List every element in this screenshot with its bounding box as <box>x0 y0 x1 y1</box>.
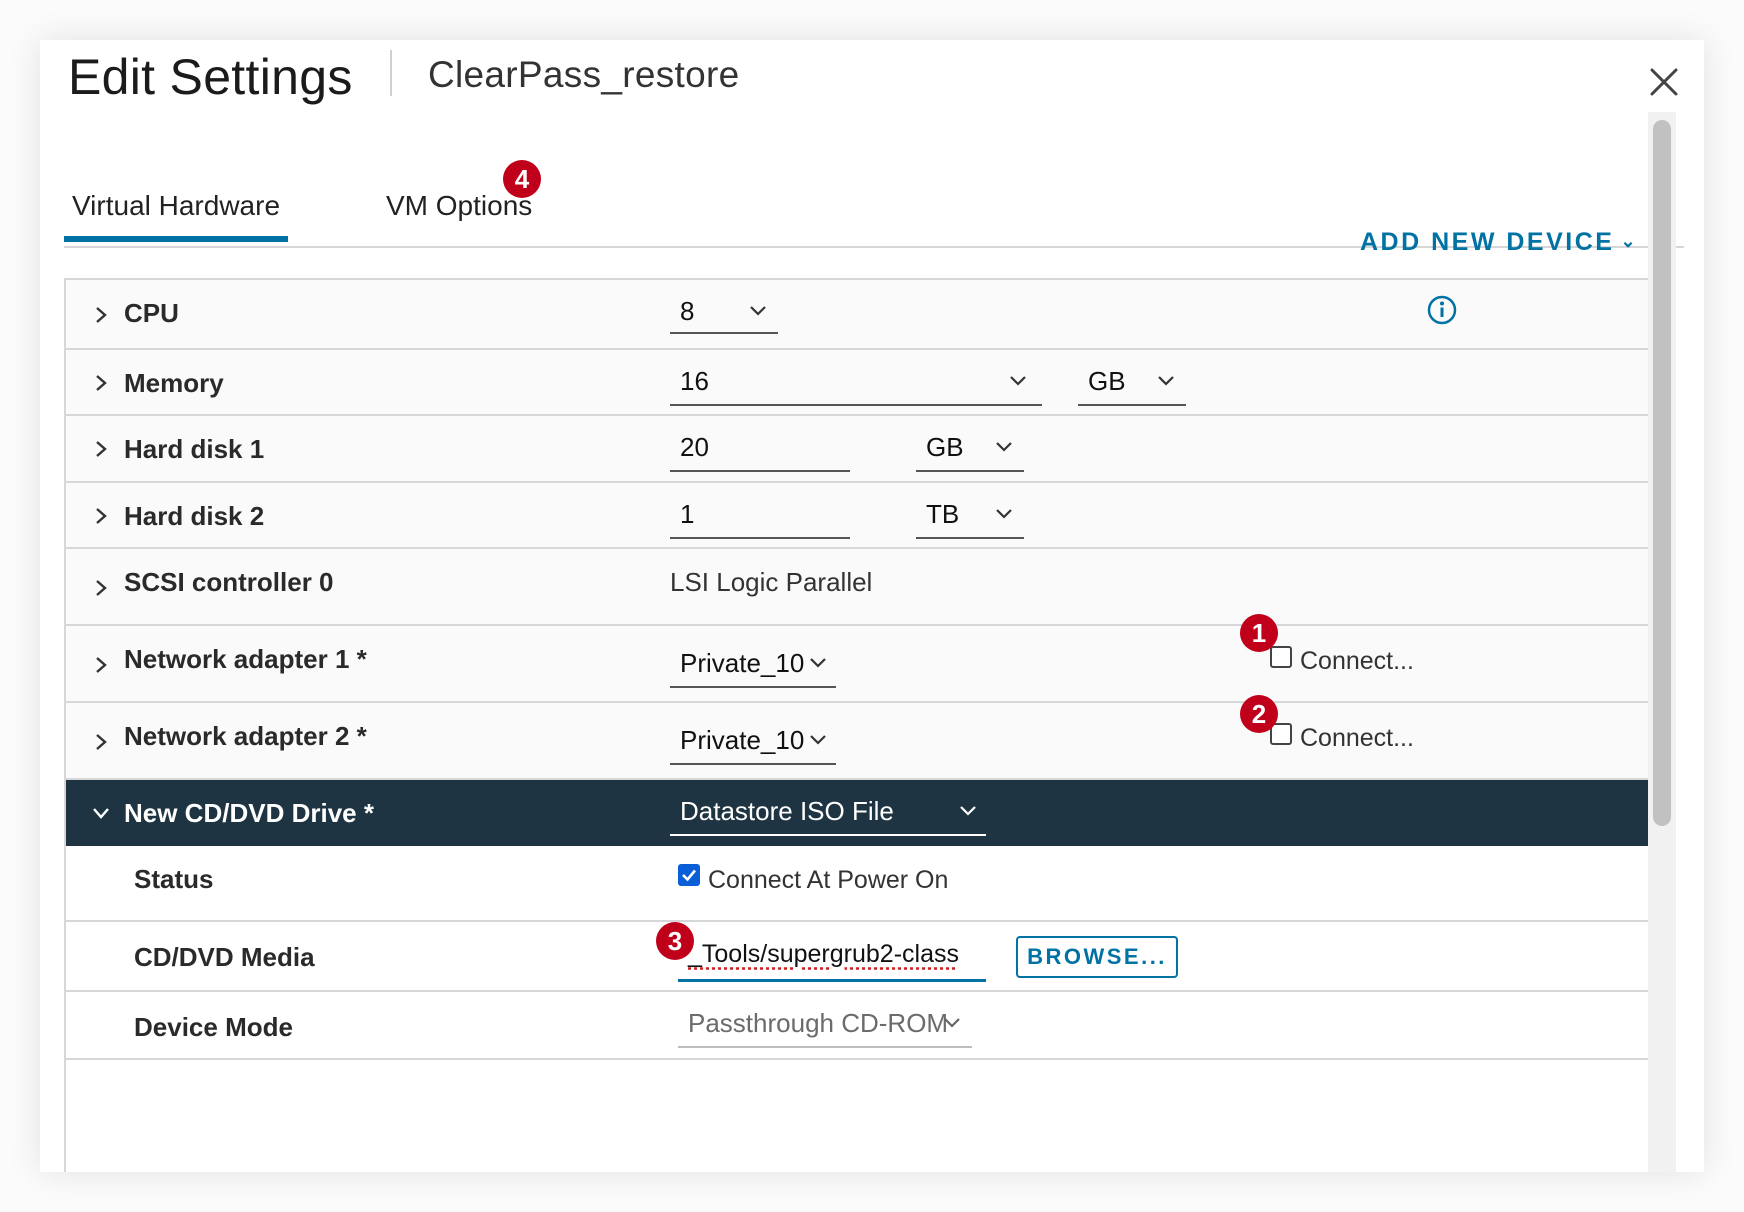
chevron-right-icon[interactable] <box>90 372 112 394</box>
scrollbar-thumb[interactable] <box>1653 120 1671 826</box>
chevron-right-icon[interactable] <box>90 304 112 326</box>
device-row-network-adapter-2: Network adapter 2 * Private_10 Connect..… <box>66 695 1648 780</box>
hard-disk-2-label: Hard disk 2 <box>124 501 265 531</box>
cd-dvd-drive-label: New CD/DVD Drive * <box>124 798 374 828</box>
chevron-down-icon <box>810 658 826 668</box>
scsi-controller-type: LSI Logic Parallel <box>670 567 873 597</box>
network-adapter-2-label: Network adapter 2 * <box>124 721 367 751</box>
tab-vm-options[interactable]: VM Options <box>386 190 532 222</box>
chevron-right-icon[interactable] <box>90 438 112 460</box>
connect-at-power-on-checkbox[interactable] <box>678 864 700 886</box>
chevron-down-icon[interactable] <box>90 802 112 824</box>
network-adapter-1-select[interactable]: Private_10 <box>670 648 836 688</box>
vertical-scrollbar[interactable] <box>1648 112 1676 1172</box>
device-mode-value: Passthrough CD-ROM <box>688 1008 949 1038</box>
cd-dvd-type-select[interactable]: Datastore ISO File <box>670 796 986 836</box>
network-adapter-2-value: Private_10 <box>680 725 805 755</box>
cd-dvd-status-row: Status Connect At Power On <box>66 846 1648 922</box>
title-divider <box>390 50 392 96</box>
network-adapter-1-connect-checkbox[interactable] <box>1270 646 1292 668</box>
network-adapter-1-label: Network adapter 1 * <box>124 644 367 674</box>
hard-disk-2-unit-select[interactable]: TB <box>916 499 1024 539</box>
memory-value: 16 <box>680 366 709 396</box>
network-adapter-1-value: Private_10 <box>680 648 805 678</box>
memory-unit-select[interactable]: GB <box>1078 366 1186 406</box>
cd-dvd-type-value: Datastore ISO File <box>680 796 894 826</box>
device-row-cd-dvd-drive: New CD/DVD Drive * Datastore ISO File <box>66 780 1648 846</box>
info-icon[interactable] <box>1426 294 1458 326</box>
device-mode-row: Device Mode Passthrough CD-ROM <box>66 992 1648 1060</box>
device-row-network-adapter-1: Network adapter 1 * Private_10 Connect..… <box>66 614 1648 703</box>
chevron-down-icon <box>996 509 1012 519</box>
chevron-right-icon[interactable] <box>90 731 112 753</box>
network-adapter-2-connect-label: Connect... <box>1300 724 1414 752</box>
hard-disk-1-unit: GB <box>926 432 964 462</box>
device-row-scsi-controller: SCSI controller 0 LSI Logic Parallel <box>66 549 1648 626</box>
hard-disk-2-size-input[interactable]: 1 <box>670 499 850 539</box>
cd-dvd-media-input[interactable]: _Tools/supergrub2-class <box>678 936 986 982</box>
vm-name: ClearPass_restore <box>428 54 740 95</box>
close-button[interactable] <box>1642 60 1686 104</box>
device-row-hard-disk-2: Hard disk 2 1 TB <box>66 483 1648 549</box>
step-badge-3: 3 <box>656 922 694 960</box>
cd-dvd-media-path: _Tools/supergrub2-class <box>688 940 959 968</box>
hardware-table: CPU 8 Memory 16 GB Hard disk 1 20 GB Har… <box>64 278 1650 1172</box>
chevron-down-icon <box>750 306 766 316</box>
edit-settings-dialog: Edit Settings ClearPass_restore Virtual … <box>40 40 1704 1172</box>
step-badge-2: 2 <box>1240 695 1278 733</box>
cpu-label: CPU <box>124 298 179 328</box>
cpu-select[interactable]: 8 <box>670 296 778 334</box>
chevron-right-icon[interactable] <box>90 654 112 676</box>
hard-disk-1-value: 20 <box>680 432 709 462</box>
chevron-down-icon <box>960 806 976 816</box>
device-mode-select[interactable]: Passthrough CD-ROM <box>678 1008 972 1048</box>
cpu-value: 8 <box>680 296 695 326</box>
cd-dvd-media-row: CD/DVD Media _Tools/supergrub2-class BRO… <box>66 922 1648 992</box>
device-row-cpu: CPU 8 <box>66 280 1648 350</box>
hard-disk-1-unit-select[interactable]: GB <box>916 432 1024 472</box>
step-badge-4: 4 <box>503 160 541 198</box>
close-icon <box>1650 68 1678 96</box>
cd-dvd-media-label: CD/DVD Media <box>134 942 315 972</box>
connect-at-power-on-label: Connect At Power On <box>708 866 949 894</box>
add-new-device-button[interactable]: ADD NEW DEVICE ⌄ <box>1360 228 1638 257</box>
memory-label: Memory <box>124 368 224 398</box>
chevron-down-icon <box>1010 376 1026 386</box>
hard-disk-1-size-input[interactable]: 20 <box>670 432 850 472</box>
dialog-title: Edit Settings <box>68 49 353 105</box>
chevron-right-icon[interactable] <box>90 577 112 599</box>
browse-button[interactable]: BROWSE... <box>1016 936 1178 978</box>
step-badge-1: 1 <box>1240 614 1278 652</box>
device-mode-label: Device Mode <box>134 1012 293 1042</box>
network-adapter-1-connect-label: Connect... <box>1300 647 1414 675</box>
chevron-right-icon[interactable] <box>90 505 112 527</box>
hard-disk-1-label: Hard disk 1 <box>124 434 265 464</box>
tab-virtual-hardware[interactable]: Virtual Hardware <box>63 190 289 242</box>
hard-disk-2-value: 1 <box>680 499 695 529</box>
chevron-down-icon: ⌄ <box>1620 231 1639 251</box>
network-adapter-2-select[interactable]: Private_10 <box>670 725 836 765</box>
chevron-down-icon <box>810 735 826 745</box>
add-new-device-label: ADD NEW DEVICE <box>1360 228 1615 256</box>
chevron-down-icon <box>996 442 1012 452</box>
memory-unit: GB <box>1088 366 1126 396</box>
device-row-hard-disk-1: Hard disk 1 20 GB <box>66 416 1648 483</box>
chevron-down-icon <box>1158 376 1174 386</box>
memory-size-select[interactable]: 16 <box>670 366 1042 406</box>
scsi-controller-label: SCSI controller 0 <box>124 567 334 597</box>
hard-disk-2-unit: TB <box>926 499 960 529</box>
status-label: Status <box>134 864 214 894</box>
checkmark-icon <box>682 869 696 882</box>
device-row-memory: Memory 16 GB <box>66 350 1648 416</box>
chevron-down-icon <box>944 1018 960 1028</box>
